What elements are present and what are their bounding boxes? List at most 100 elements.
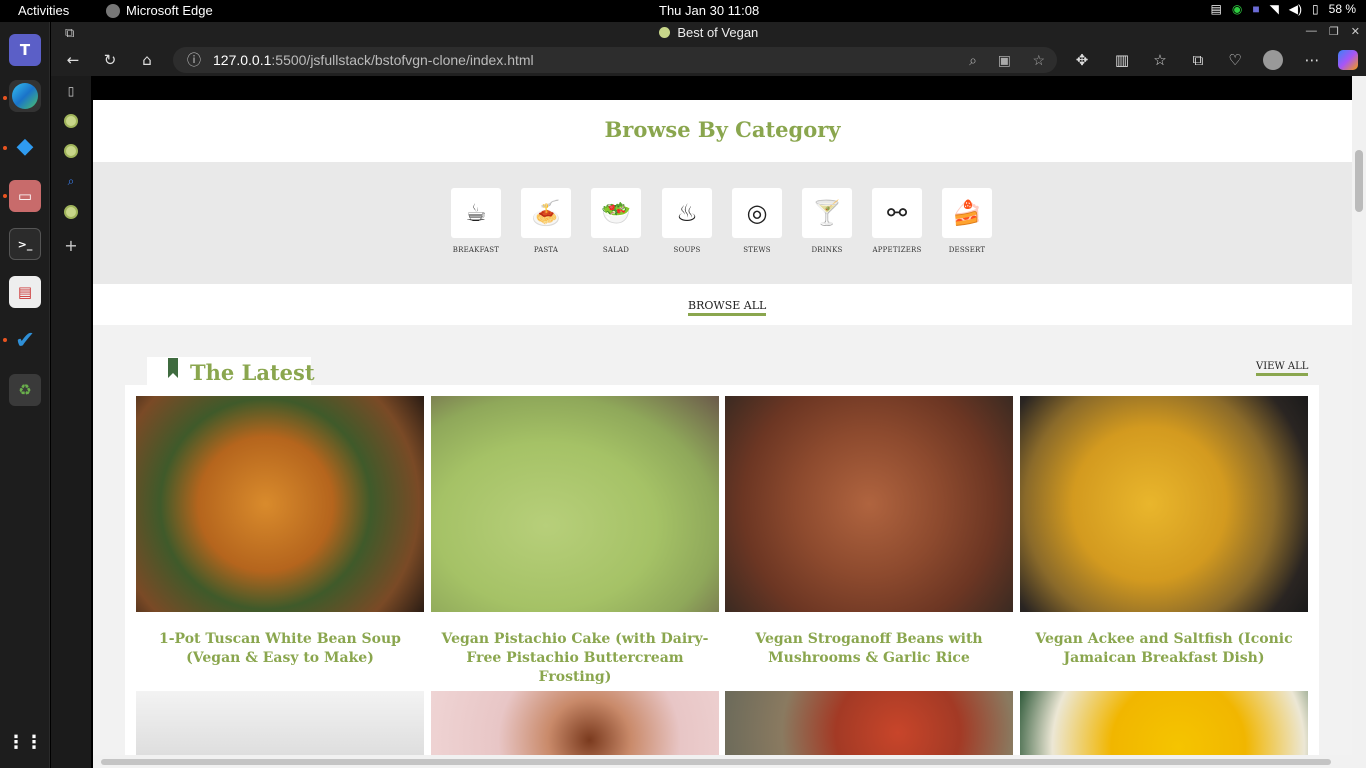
collections-icon[interactable]: ⧉ <box>1188 50 1208 70</box>
edge-dock-icon[interactable] <box>9 80 41 112</box>
split-screen-icon[interactable]: ▥ <box>1112 50 1132 70</box>
minimize-icon[interactable]: — <box>1306 25 1317 38</box>
browse-all-link[interactable]: BROWSE ALL <box>688 299 767 316</box>
view-all-link[interactable]: VIEW ALL <box>1256 361 1309 376</box>
favicon-icon <box>658 27 670 38</box>
category-appetizers[interactable]: ⚯ APPETIZERS <box>872 188 922 254</box>
tab-best-of-vegan[interactable] <box>62 112 80 130</box>
header-strip <box>93 76 1352 100</box>
restore-icon[interactable]: ❐ <box>1329 25 1339 38</box>
tab-2[interactable] <box>62 142 80 160</box>
vertical-tabs: ▯ ⌕ + <box>51 76 91 768</box>
recipe-image-pistachio-cake[interactable] <box>431 396 719 612</box>
home-icon[interactable]: ⌂ <box>137 50 157 70</box>
recipe-card[interactable]: Vegan Stroganoff Beans with Mushrooms & … <box>725 396 1013 668</box>
skewer-icon: ⚯ <box>872 188 922 238</box>
category-label: BREAKFAST <box>452 246 500 254</box>
category-heading: Browse By Category <box>604 117 841 142</box>
favorite-star-icon[interactable]: ☆ <box>1032 47 1045 73</box>
running-indicator <box>3 146 7 150</box>
scroll-thumb[interactable] <box>1355 150 1363 212</box>
battery-percent: 58 % <box>1328 2 1356 16</box>
app-menu[interactable]: Microsoft Edge <box>106 3 213 18</box>
category-label: APPETIZERS <box>872 246 922 254</box>
soup-bowl-icon: ♨ <box>662 188 712 238</box>
site-info-icon[interactable]: ⓘ <box>187 47 201 73</box>
files-icon[interactable]: ▭ <box>9 180 41 212</box>
more-menu-icon[interactable]: ⋯ <box>1302 50 1322 70</box>
trash-icon[interactable]: ♻ <box>9 374 41 406</box>
cake-icon: 🍰 <box>942 188 992 238</box>
show-apps-icon[interactable]: ⋮⋮ <box>7 726 43 758</box>
recipe-image-vegan-kitchen-tools[interactable] <box>136 691 424 761</box>
favicon-icon <box>64 205 78 219</box>
recipe-title[interactable]: 1-Pot Tuscan White Bean Soup (Vegan & Ea… <box>136 630 424 668</box>
category-breakfast[interactable]: ☕ BREAKFAST <box>451 188 501 254</box>
zoom-icon[interactable]: ⌕ <box>969 47 977 73</box>
battery-icon[interactable]: ▯ <box>1312 2 1319 16</box>
recipe-image-yellow-soup[interactable] <box>1020 691 1308 761</box>
recipe-image-dessert[interactable] <box>431 691 719 761</box>
horizontal-scrollbar[interactable] <box>93 755 1352 768</box>
profile-avatar[interactable] <box>1263 50 1283 70</box>
wifi-icon[interactable]: ◥ <box>1270 2 1279 16</box>
pasta-fork-icon: 🍝 <box>521 188 571 238</box>
category-dessert[interactable]: 🍰 DESSERT <box>942 188 992 254</box>
new-tab-icon[interactable]: + <box>62 236 80 255</box>
category-label: SALAD <box>602 246 630 254</box>
window-title: Best of Vegan <box>51 25 1366 40</box>
category-stews[interactable]: ◎ STEWS <box>732 188 782 254</box>
category-pasta[interactable]: 🍝 PASTA <box>521 188 571 254</box>
recipe-title[interactable]: Vegan Pistachio Cake (with Dairy-Free Pi… <box>431 630 719 687</box>
vertical-scrollbar[interactable] <box>1352 76 1366 768</box>
tab-search[interactable]: ⌕ <box>62 172 80 190</box>
immersive-reader-icon[interactable]: ▣ <box>998 47 1011 73</box>
system-tray[interactable]: ▤ ◉ ■ ◥ ◀) ▯ 58 % <box>1210 2 1356 16</box>
category-label: DESSERT <box>948 246 986 254</box>
back-icon[interactable]: ← <box>63 50 83 70</box>
task-app-icon[interactable]: ✔ <box>9 324 41 356</box>
recipe-title[interactable]: Vegan Stroganoff Beans with Mushrooms & … <box>725 630 1013 668</box>
recipe-image-ackee-saltfish[interactable] <box>1020 396 1308 612</box>
vpn-icon[interactable]: ◉ <box>1232 2 1242 16</box>
category-label: DRINKS <box>811 246 843 254</box>
stew-pot-icon: ◎ <box>732 188 782 238</box>
performance-icon[interactable]: ♡ <box>1225 50 1245 70</box>
running-indicator <box>3 338 7 342</box>
favicon-icon <box>64 144 78 158</box>
recipe-title[interactable]: Vegan Ackee and Saltfish (Iconic Jamaica… <box>1020 630 1308 668</box>
recipe-card[interactable]: Vegan Ackee and Saltfish (Iconic Jamaica… <box>1020 396 1308 668</box>
extensions-icon[interactable]: ✥ <box>1072 50 1092 70</box>
favorites-icon[interactable]: ☆ <box>1150 50 1170 70</box>
activities-button[interactable]: Activities <box>18 3 69 18</box>
category-soups[interactable]: ♨ SOUPS <box>662 188 712 254</box>
category-label: SOUPS <box>673 246 701 254</box>
tab-panel-icon[interactable]: ▯ <box>62 82 80 100</box>
terminal-icon[interactable]: >_ <box>9 228 41 260</box>
volume-icon[interactable]: ◀) <box>1289 2 1302 16</box>
category-label: STEWS <box>743 246 771 254</box>
window-title-text: Best of Vegan <box>677 25 759 40</box>
recipe-card[interactable]: 1-Pot Tuscan White Bean Soup (Vegan & Ea… <box>136 396 424 668</box>
copilot-icon[interactable] <box>1338 50 1358 70</box>
clipboard-icon[interactable]: ▤ <box>1210 2 1221 16</box>
teams-icon[interactable]: T <box>9 34 41 66</box>
close-icon[interactable]: ✕ <box>1351 25 1360 38</box>
category-drinks[interactable]: 🍸 DRINKS <box>802 188 852 254</box>
recipe-image-stroganoff-beans[interactable] <box>725 396 1013 612</box>
document-viewer-icon[interactable]: ▤ <box>9 276 41 308</box>
cocktail-icon: 🍸 <box>802 188 852 238</box>
vscode-icon[interactable]: ◆ <box>9 130 41 162</box>
category-salad[interactable]: 🥗 SALAD <box>591 188 641 254</box>
recipe-image-tomato-dish[interactable] <box>725 691 1013 761</box>
clock[interactable]: Thu Jan 30 11:08 <box>659 3 759 18</box>
address-bar[interactable]: ⓘ 127.0.0.1:5500/jsfullstack/bstofvgn-cl… <box>173 47 1057 73</box>
running-indicator <box>3 96 7 100</box>
refresh-icon[interactable]: ↻ <box>100 50 120 70</box>
recipe-card[interactable]: Vegan Pistachio Cake (with Dairy-Free Pi… <box>431 396 719 687</box>
recipe-image-white-bean-soup[interactable] <box>136 396 424 612</box>
app-name: Microsoft Edge <box>126 3 213 18</box>
teams-tray-icon[interactable]: ■ <box>1252 2 1259 16</box>
scroll-thumb[interactable] <box>101 759 1331 765</box>
tab-4[interactable] <box>62 203 80 221</box>
